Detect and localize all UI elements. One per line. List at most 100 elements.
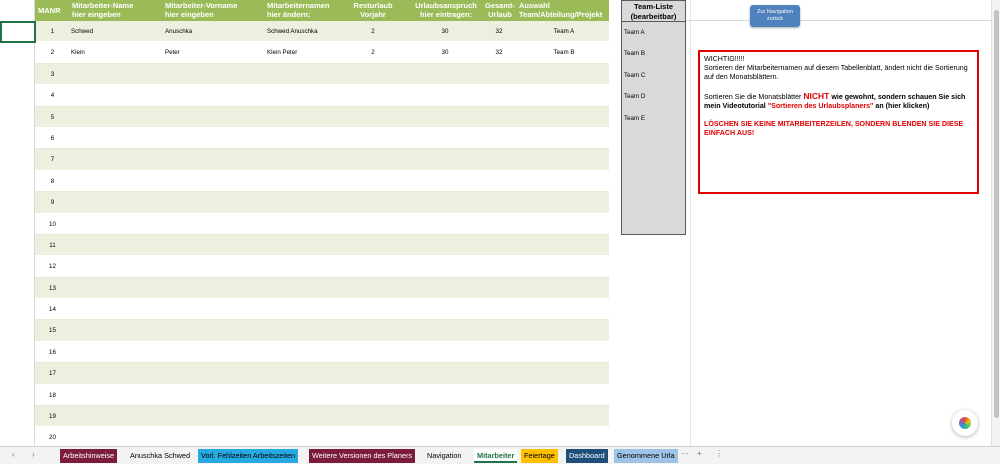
add-sheet-icon[interactable]: + xyxy=(697,449,702,458)
table-header: MANR Mitarbeiter-Name hier eingeben Mitar… xyxy=(35,0,609,21)
team-list-item[interactable]: Team C xyxy=(622,64,685,87)
table-row[interactable]: 16 xyxy=(35,341,609,364)
cell-manr[interactable]: 13 xyxy=(35,285,70,292)
cell-anspruch[interactable]: 30 xyxy=(415,28,475,35)
sheet-tab[interactable]: Mitarbeiter xyxy=(474,449,518,463)
col-vorname: Mitarbeiter-Vorname hier eingeben xyxy=(165,1,238,19)
team-list-title: Team-Liste (bearbeitbar) xyxy=(622,1,685,22)
table-row[interactable]: 3 xyxy=(35,63,609,86)
sheet-tab[interactable]: Arbeitshinweise xyxy=(60,449,118,463)
cell-manr[interactable]: 3 xyxy=(35,71,70,78)
col-gesamt: Gesamt- Urlaub xyxy=(484,1,515,19)
employee-table: MANR Mitarbeiter-Name hier eingeben Mitar… xyxy=(35,0,609,449)
cell-manr[interactable]: 8 xyxy=(35,178,70,185)
table-row[interactable]: 1 Schwed Anuschka Schwed Anuschka 2 30 32 Team … xyxy=(35,21,609,43)
tab-prev-icon[interactable]: ‹ xyxy=(12,450,15,459)
table-row[interactable]: 17 xyxy=(35,363,609,385)
cell-manr[interactable]: 5 xyxy=(35,114,70,121)
cell-vorname[interactable]: Anuschka xyxy=(165,28,192,35)
table-row[interactable]: 5 xyxy=(35,106,609,128)
cell-manr[interactable]: 15 xyxy=(35,327,70,334)
table-row[interactable]: 11 xyxy=(35,234,609,257)
table-row[interactable]: 18 xyxy=(35,384,609,407)
cell-name[interactable]: Schwed xyxy=(71,28,93,35)
spreadsheet-window: MANR Mitarbeiter-Name hier eingeben Mitar… xyxy=(0,0,1000,464)
sheet-tab[interactable]: Genommene Urla xyxy=(614,449,678,463)
cell-rest[interactable]: 2 xyxy=(353,49,393,56)
cell-anspruch[interactable]: 30 xyxy=(415,49,475,56)
cell-manr[interactable]: 6 xyxy=(35,135,70,142)
selected-cell[interactable] xyxy=(0,21,36,43)
warning-delete-note: LÖSCHEN SIE KEINE MITARBEITERZEILEN, SON… xyxy=(704,120,964,138)
tab-next-icon[interactable]: › xyxy=(32,450,35,459)
cell-vorname[interactable]: Peter xyxy=(165,49,180,56)
sheet-tab[interactable]: Anuschka Schwed xyxy=(127,449,193,463)
cell-manr[interactable]: 4 xyxy=(35,92,70,99)
cell-manr[interactable]: 20 xyxy=(35,434,70,441)
sheet-tab[interactable]: Vorl. Fehlzeiten Arbeitszeiten xyxy=(198,449,299,463)
table-row[interactable]: 19 xyxy=(35,406,609,428)
cell-manr[interactable]: 1 xyxy=(35,28,70,35)
team-list-item[interactable]: Team A xyxy=(622,22,685,44)
sheet-options-icon[interactable]: ⋮ xyxy=(715,449,723,458)
cell-manr[interactable]: 18 xyxy=(35,392,70,399)
cell-fullname[interactable]: Schwed Anuschka xyxy=(267,28,318,35)
sheet-tab[interactable]: Dashboard xyxy=(566,449,608,463)
divider xyxy=(690,0,691,446)
table-body: 1 Schwed Anuschka Schwed Anuschka 2 30 32 Team … xyxy=(35,21,609,449)
table-row[interactable]: 8 xyxy=(35,170,609,193)
cell-gesamt[interactable]: 32 xyxy=(483,49,515,56)
team-list-items: Team A Team B Team C Team D Team E xyxy=(622,22,685,129)
cell-team[interactable]: Team A xyxy=(523,28,605,35)
cell-fullname[interactable]: Klein Peter xyxy=(267,49,297,56)
team-list-item[interactable]: Team D xyxy=(622,86,685,108)
sheet-tab[interactable]: Weitere Versionen des Planers xyxy=(309,449,416,463)
cell-manr[interactable]: 11 xyxy=(35,242,70,249)
col-anspruch: Urlaubsanspruch hier eintragen: xyxy=(415,1,477,19)
scroll-thumb[interactable] xyxy=(994,10,999,418)
cell-manr[interactable]: 10 xyxy=(35,221,70,228)
table-row[interactable]: 7 xyxy=(35,149,609,171)
table-row[interactable]: 14 xyxy=(35,299,609,321)
team-list-item[interactable]: Team B xyxy=(622,43,685,65)
cell-manr[interactable]: 19 xyxy=(35,413,70,420)
cell-manr[interactable]: 7 xyxy=(35,156,70,163)
table-row[interactable]: 15 xyxy=(35,320,609,342)
col-fullname: Mitarbeiternamen hier ändern: xyxy=(267,1,330,19)
cell-gesamt[interactable]: 32 xyxy=(483,28,515,35)
table-row[interactable]: 6 xyxy=(35,127,609,150)
cell-rest[interactable]: 2 xyxy=(353,28,393,35)
cell-name[interactable]: Klein xyxy=(71,49,85,56)
sheet-tab[interactable]: Feiertage xyxy=(521,449,558,463)
cell-manr[interactable]: 17 xyxy=(35,370,70,377)
cell-team[interactable]: Team B xyxy=(523,49,605,56)
table-row[interactable]: 4 xyxy=(35,85,609,107)
copilot-button[interactable] xyxy=(952,410,978,436)
divider xyxy=(686,20,991,21)
cell-manr[interactable]: 16 xyxy=(35,349,70,356)
warning-sort-note: Sortieren der Mitarbeiternamen auf diese… xyxy=(704,64,968,82)
table-row[interactable]: 9 xyxy=(35,192,609,214)
col-rest: Resturlaub Vorjahr xyxy=(353,1,393,19)
table-row[interactable]: 2 Klein Peter Klein Peter 2 30 32 Team B xyxy=(35,42,609,64)
warning-video-hint[interactable]: Sortieren Sie die Monatsblätter NICHT wi… xyxy=(704,91,973,111)
vertical-scrollbar[interactable] xyxy=(991,0,1000,446)
copilot-icon xyxy=(959,417,971,429)
sheet-tab[interactable]: Navigation xyxy=(424,449,464,463)
back-to-navigation-button[interactable]: Zur Navigation zurück xyxy=(750,5,800,27)
table-row[interactable]: 10 xyxy=(35,213,609,235)
col-team: Auswahl Team/Abteilung/Projekt xyxy=(519,1,603,19)
warning-title: WICHTIG!!!!! xyxy=(704,55,745,63)
cell-manr[interactable]: 12 xyxy=(35,263,70,270)
row-header-strip xyxy=(0,0,35,446)
more-sheets-icon[interactable]: ··· xyxy=(681,449,689,458)
cell-manr[interactable]: 14 xyxy=(35,306,70,313)
sheet-tab-bar: ‹ › Arbeitshinweise Anuschka Schwed Vorl. … xyxy=(0,446,1000,464)
cell-manr[interactable]: 9 xyxy=(35,199,70,206)
warning-box: WICHTIG!!!!! Sortieren der Mitarbeiterna… xyxy=(698,50,979,194)
team-list-item[interactable]: Team E xyxy=(622,107,685,129)
table-row[interactable]: 12 xyxy=(35,256,609,278)
table-row[interactable]: 13 xyxy=(35,277,609,300)
cell-manr[interactable]: 2 xyxy=(35,49,70,56)
team-list: Team-Liste (bearbeitbar) Team A Team B Team… xyxy=(621,0,686,235)
